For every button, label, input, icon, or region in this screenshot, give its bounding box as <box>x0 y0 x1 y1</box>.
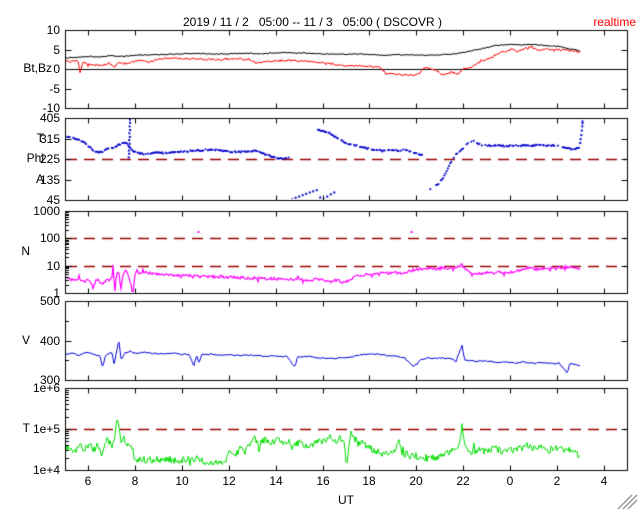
x-tick-label: 20 <box>401 475 431 488</box>
x-tick-label: 22 <box>448 475 478 488</box>
panel-label-btbz: Bt,Bz <box>8 62 52 75</box>
plot-canvas <box>0 0 640 512</box>
y-tick-label: -5 <box>8 83 60 96</box>
panel-label-t: T <box>8 422 30 435</box>
x-tick-label: 10 <box>167 475 197 488</box>
x-tick-label: 12 <box>214 475 244 488</box>
x-tick-label: 4 <box>589 475 619 488</box>
x-tick-label: 0 <box>495 475 525 488</box>
panel-label-n: N <box>8 245 30 258</box>
y-tick-label: 10 <box>8 24 60 37</box>
realtime-label: realtime <box>593 15 636 29</box>
y-tick-label: 1e+4 <box>8 464 60 477</box>
panel-label-a: A <box>8 173 44 186</box>
panel-label-t: T <box>8 132 44 145</box>
plot-title: 2019 / 11 / 2 05:00 -- 11 / 3 05:00 ( DS… <box>183 15 442 29</box>
panel-label-phi: Phi <box>8 152 44 165</box>
x-tick-label: 8 <box>120 475 150 488</box>
x-tick-label: 14 <box>261 475 291 488</box>
y-tick-label: 5 <box>8 44 60 57</box>
x-tick-label: 2 <box>542 475 572 488</box>
y-tick-label: 10 <box>8 260 60 273</box>
x-axis-title: UT <box>330 493 362 507</box>
y-tick-label: 500 <box>8 295 60 308</box>
y-tick-label: 100 <box>8 232 60 245</box>
y-tick-label: 1000 <box>8 205 60 218</box>
y-tick-label: 405 <box>8 112 60 125</box>
resize-grip-icon[interactable] <box>615 493 639 511</box>
x-tick-label: 18 <box>354 475 384 488</box>
x-tick-label: 6 <box>73 475 103 488</box>
panel-label-v: V <box>8 334 30 347</box>
x-tick-label: 16 <box>308 475 338 488</box>
y-tick-label: 1e+6 <box>8 382 60 395</box>
solar-wind-plot: 2019 / 11 / 2 05:00 -- 11 / 3 05:00 ( DS… <box>0 0 640 512</box>
